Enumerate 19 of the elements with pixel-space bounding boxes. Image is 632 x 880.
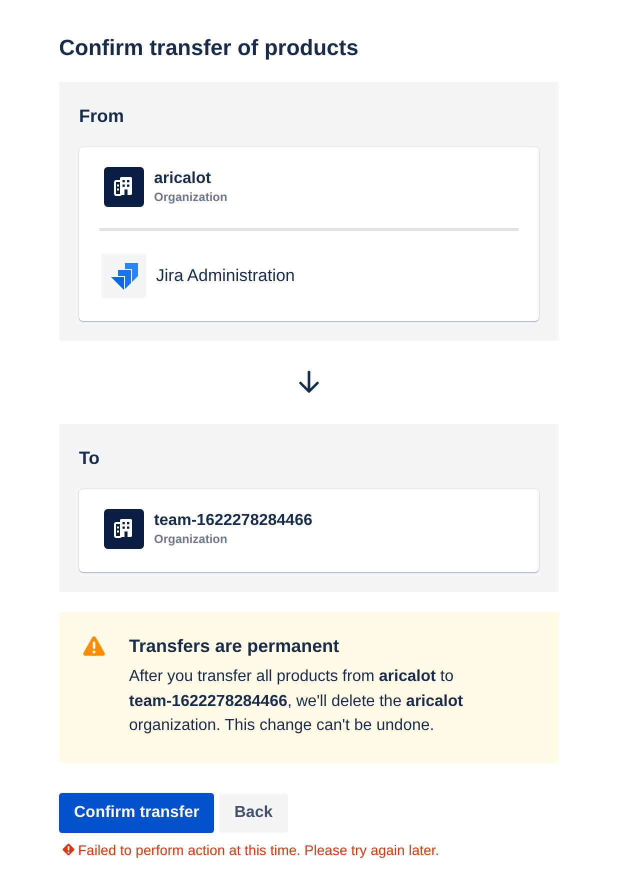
product-logo-icon [101, 253, 146, 298]
back-button[interactable]: Back [219, 792, 288, 832]
page-title: Confirm transfer of products [59, 34, 360, 62]
warning-icon [83, 636, 105, 656]
organization-name: aricalot [154, 169, 212, 189]
section-heading: To [79, 447, 101, 470]
warning-title: Transfers are permanent [129, 635, 340, 657]
building-icon [104, 167, 144, 207]
building-icon [104, 509, 144, 549]
organization-name: team-1622278284466 [154, 511, 312, 531]
arrow-down-icon [298, 370, 320, 394]
section-heading: From [79, 105, 125, 128]
warning-message: After you transfer all products from aricalot to team-1622278284466, we'll delete the aricalot organization. This change can't be undone. [129, 667, 464, 736]
error-message: Failed to perform action at this time. Please try again later. [78, 840, 440, 858]
confirm-button[interactable]: Confirm transfer [59, 792, 214, 832]
product-name: Jira Administration [156, 264, 295, 286]
error-icon [62, 843, 75, 856]
organization-type: Organization [154, 189, 228, 205]
organization-type: Organization [154, 531, 228, 547]
